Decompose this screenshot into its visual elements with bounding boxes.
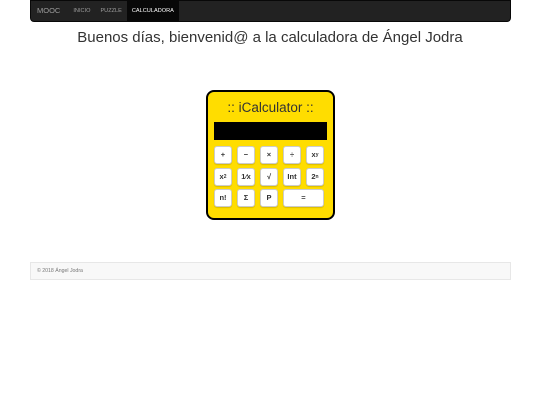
reciprocal-button[interactable]: 1⁄x: [237, 168, 255, 186]
power-button[interactable]: xy: [306, 146, 324, 164]
navbar-brand[interactable]: MOOC: [31, 1, 66, 21]
navbar-menu: INICIO PUZZLE CALCULADORA: [68, 1, 179, 21]
pow2-button[interactable]: 2n: [306, 168, 324, 186]
int-button[interactable]: Int: [283, 168, 301, 186]
product-button[interactable]: P: [260, 189, 278, 207]
copyright-text: © 2018 Ángel Jodra: [37, 268, 83, 274]
nav-item-inicio[interactable]: INICIO: [68, 1, 95, 21]
calculator-title: :: iCalculator ::: [227, 100, 314, 115]
subtract-button[interactable]: −: [237, 146, 255, 164]
welcome-heading: Buenos días, bienvenid@ a la calculadora…: [77, 29, 463, 46]
calculator-display: [214, 122, 327, 140]
top-navbar: MOOC INICIO PUZZLE CALCULADORA: [30, 0, 511, 22]
square-button[interactable]: x2: [214, 168, 232, 186]
equals-button[interactable]: =: [283, 189, 324, 207]
factorial-button[interactable]: n!: [214, 189, 232, 207]
calculator-panel: :: iCalculator :: + − × ÷ xy x2 1⁄x √ In…: [206, 90, 335, 220]
multiply-button[interactable]: ×: [260, 146, 278, 164]
nav-item-calculadora[interactable]: CALCULADORA: [126, 1, 179, 21]
sum-button[interactable]: Σ: [237, 189, 255, 207]
page-footer: © 2018 Ángel Jodra: [30, 262, 511, 280]
divide-button[interactable]: ÷: [283, 146, 301, 164]
nav-item-puzzle[interactable]: PUZZLE: [95, 1, 126, 21]
sqrt-button[interactable]: √: [260, 168, 278, 186]
add-button[interactable]: +: [214, 146, 232, 164]
pow2-base-label: 2: [311, 172, 316, 182]
